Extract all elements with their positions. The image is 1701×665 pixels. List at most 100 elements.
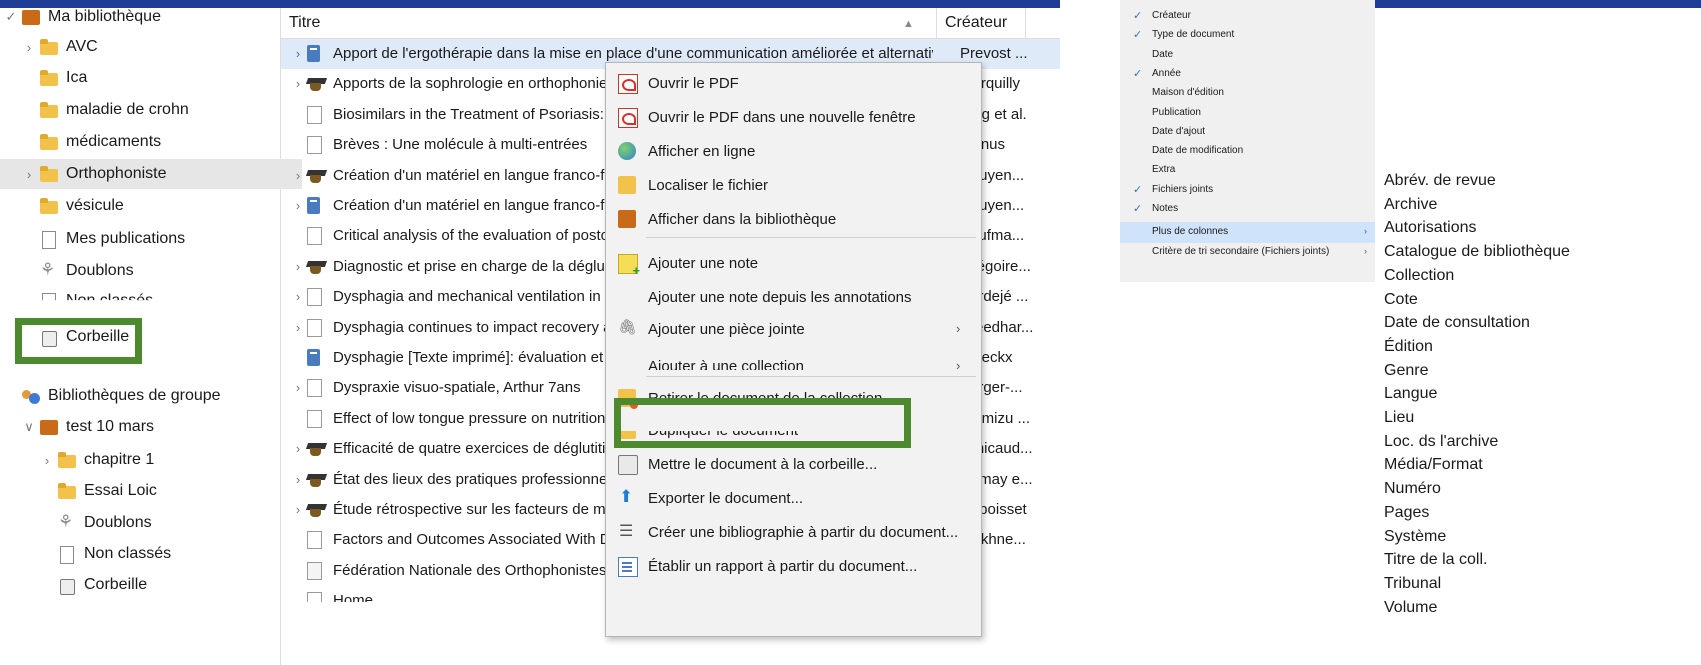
row-expand-icon[interactable]: › [291, 259, 305, 274]
sidebar-item[interactable]: › Orthophoniste [0, 159, 302, 189]
document-icon [307, 227, 322, 246]
more-columns-item[interactable]: Langue [1384, 385, 1437, 411]
row-expand-icon[interactable]: › [291, 76, 305, 91]
sidebar-item[interactable]: Doublons [0, 508, 320, 538]
document-icon [307, 531, 322, 550]
sidebar-item[interactable]: › chapitre 1 [0, 445, 320, 475]
unfiled-icon [40, 293, 58, 301]
more-columns-item[interactable]: Date de consultation [1384, 314, 1530, 340]
context-menu-item[interactable]: Mettre le document à la corbeille... [606, 448, 981, 482]
column-option[interactable]: ✓ Année [1120, 64, 1375, 85]
more-columns-item[interactable]: Catalogue de bibliothèque [1384, 243, 1570, 269]
column-option[interactable]: ✓ Créateur [1120, 6, 1375, 27]
context-menu-item[interactable]: Ajouter à une collection › [606, 350, 981, 370]
context-menu-label: Établir un rapport à partir du document.… [648, 558, 918, 575]
column-option[interactable]: Plus de colonnes › [1120, 222, 1375, 244]
column-option[interactable]: Date [1120, 45, 1375, 66]
expand-twisty-icon[interactable]: › [40, 453, 54, 468]
more-columns-item[interactable]: Édition [1384, 338, 1433, 364]
context-menu-item[interactable]: Ajouter une note [606, 247, 981, 281]
row-expand-icon[interactable]: › [291, 168, 305, 183]
context-menu-item[interactable]: Exporter le document... [606, 482, 981, 516]
column-option[interactable]: ✓ Type de document [1120, 25, 1375, 46]
column-option[interactable]: Extra [1120, 160, 1375, 181]
document-icon [307, 592, 322, 603]
sidebar-item[interactable]: Non classés [0, 539, 320, 569]
sidebar-item[interactable]: Ica [0, 63, 302, 93]
context-menu-label: Ajouter à une collection [648, 358, 804, 370]
sidebar-item[interactable]: médicaments [0, 127, 302, 157]
column-option[interactable]: Publication [1120, 103, 1375, 124]
sidebar-item[interactable]: maladie de crohn [0, 95, 302, 125]
sidebar-item-label: Doublons [84, 514, 152, 531]
expand-twisty-icon[interactable]: ∨ [22, 419, 36, 435]
folder-icon [58, 452, 76, 468]
context-menu-item[interactable]: Ajouter une note depuis les annotations [606, 281, 981, 315]
more-columns-item[interactable]: Volume [1384, 599, 1437, 625]
sidebar-item[interactable]: Doublons [0, 256, 302, 286]
sidebar-item-label: Non classés [84, 545, 172, 562]
sidebar-item[interactable]: Essai Loic [0, 476, 320, 506]
context-menu-item[interactable]: Afficher en ligne [606, 135, 981, 169]
more-columns-item[interactable]: Média/Format [1384, 456, 1483, 482]
more-columns-item[interactable]: Numéro [1384, 480, 1441, 506]
column-option[interactable]: ✓ Fichiers joints [1120, 180, 1375, 201]
trash-icon [618, 455, 638, 475]
context-menu-item[interactable]: Ouvrir le PDF dans une nouvelle fenêtre [606, 101, 981, 135]
context-menu-item[interactable]: Ouvrir le PDF [606, 67, 981, 101]
expand-twisty-icon[interactable]: › [22, 167, 36, 182]
row-expand-icon[interactable]: › [291, 198, 305, 213]
sidebar-item[interactable]: ∨ test 10 mars [0, 412, 302, 442]
column-option[interactable]: ✓ Notes [1120, 199, 1375, 220]
context-menu-item[interactable]: Localiser le fichier [606, 169, 981, 203]
context-menu-item[interactable]: Afficher dans la bibliothèque [606, 203, 981, 237]
column-option[interactable]: Date d'ajout [1120, 122, 1375, 143]
sidebar-item-label: Orthophoniste [66, 165, 167, 182]
more-columns-item[interactable]: Lieu [1384, 409, 1414, 435]
title-column-header[interactable]: Titre [289, 14, 320, 32]
row-expand-icon[interactable]: › [291, 502, 305, 517]
more-columns-item[interactable]: Tribunal [1384, 575, 1441, 601]
sort-ascending-icon: ▲ [903, 18, 914, 30]
more-columns-item[interactable]: Pages [1384, 504, 1429, 530]
more-columns-item[interactable]: Collection [1384, 267, 1454, 293]
row-title: Apport de l'ergothérapie dans la mise en… [333, 45, 933, 62]
context-menu-item[interactable]: Établir un rapport à partir du document.… [606, 550, 981, 584]
unfiled-icon [58, 546, 76, 564]
sidebar-item[interactable]: Mes publications [0, 224, 302, 254]
column-option-label: Critère de tri secondaire (Fichiers join… [1152, 245, 1330, 257]
context-menu-item[interactable]: Créer une bibliographie à partir du docu… [606, 516, 981, 550]
sidebar-item[interactable]: Corbeille [0, 570, 320, 600]
folder-icon [40, 102, 58, 118]
more-columns-item[interactable]: Abrév. de revue [1384, 172, 1496, 198]
more-columns-item[interactable]: Autorisations [1384, 219, 1477, 245]
sidebar-item[interactable]: Bibliothèques de groupe [0, 381, 284, 411]
document-icon [307, 105, 322, 124]
sidebar-item[interactable]: › AVC [0, 32, 302, 62]
sidebar-item[interactable]: Non classés [0, 286, 302, 316]
more-columns-item[interactable]: Archive [1384, 196, 1437, 222]
more-columns-item[interactable]: Cote [1384, 291, 1418, 317]
column-option[interactable]: Maison d'édition [1120, 83, 1375, 104]
row-expand-icon[interactable]: › [291, 320, 305, 335]
row-expand-icon[interactable]: › [291, 289, 305, 304]
library-icon [22, 9, 40, 25]
sidebar-item[interactable]: vésicule [0, 191, 302, 221]
column-option[interactable]: Date de modification [1120, 141, 1375, 162]
row-expand-icon[interactable]: › [291, 380, 305, 395]
row-expand-icon[interactable]: › [291, 46, 305, 61]
creator-column-header[interactable]: Créateur [945, 14, 1007, 32]
context-menu-item[interactable]: Ajouter une pièce jointe › [606, 313, 981, 347]
more-columns-item[interactable]: Loc. ds l'archive [1384, 433, 1498, 459]
expand-twisty-icon[interactable]: ✓ [4, 9, 18, 25]
row-expand-icon[interactable]: › [291, 472, 305, 487]
more-columns-item[interactable]: Titre de la coll. [1384, 551, 1487, 577]
row-expand-icon[interactable]: › [291, 441, 305, 456]
document-icon [307, 136, 322, 155]
column-option[interactable]: Critère de tri secondaire (Fichiers join… [1120, 242, 1375, 263]
expand-twisty-icon[interactable]: › [22, 40, 36, 55]
globe-icon [618, 142, 636, 160]
more-columns-item[interactable]: Genre [1384, 362, 1428, 388]
sidebar-item[interactable]: ✓ Ma bibliothèque [0, 2, 284, 32]
more-columns-item[interactable]: Système [1384, 528, 1446, 554]
